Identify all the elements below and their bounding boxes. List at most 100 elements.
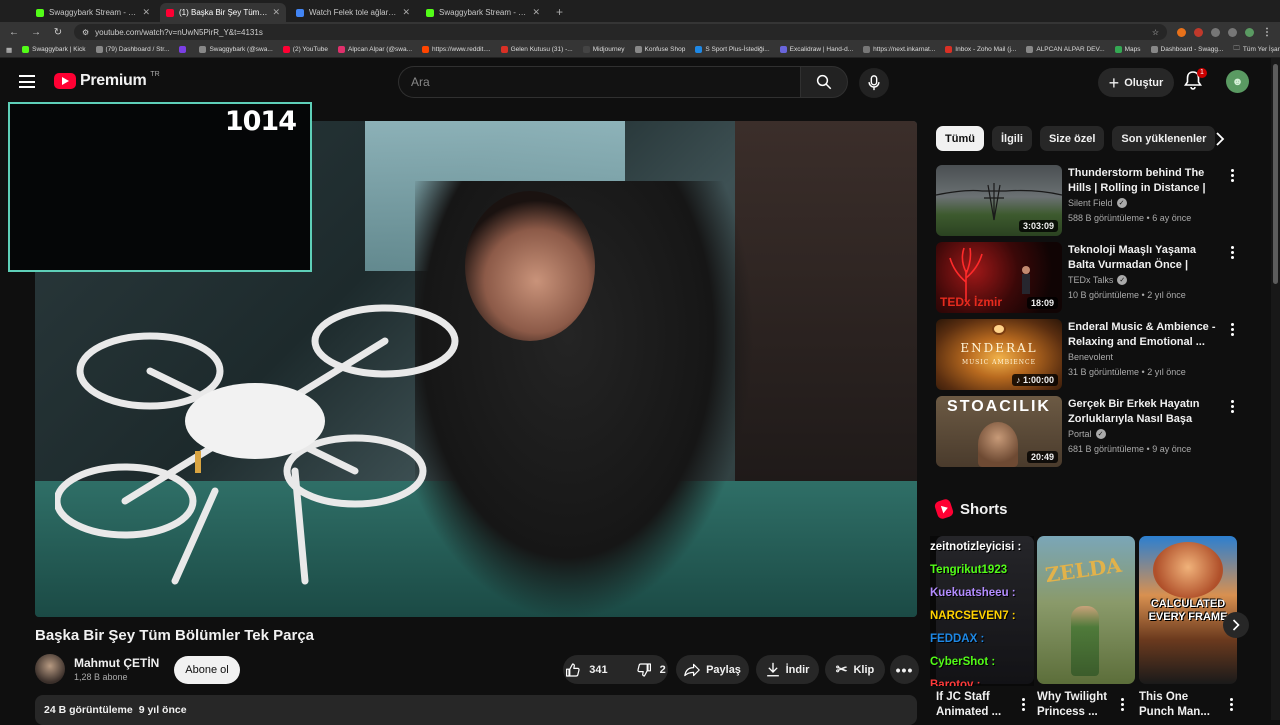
notifications-button[interactable]: 1 bbox=[1184, 68, 1208, 94]
short-title[interactable]: This One Punch Man... bbox=[1139, 690, 1225, 720]
browser-tab[interactable]: Watch Felek tole ağlar oldu | ... ✕ bbox=[290, 3, 416, 22]
video-thumbnail[interactable]: ENDERAL MUSIC AMBIENCE ♪ 1:00:00 bbox=[936, 319, 1062, 390]
bookmark-item[interactable]: https://www.reddit.... bbox=[422, 46, 491, 53]
browser-tab[interactable]: Swaggybark Stream - Watch Li... ✕ bbox=[420, 3, 546, 22]
share-button[interactable]: Paylaş bbox=[676, 655, 749, 684]
bookmark-item[interactable]: Alpcan Alpar (@swa... bbox=[337, 46, 412, 53]
extension-icon[interactable] bbox=[1211, 27, 1220, 37]
channel-avatar[interactable] bbox=[35, 654, 65, 684]
recommended-video[interactable]: ENDERAL MUSIC AMBIENCE ♪ 1:00:00 Enderal… bbox=[936, 319, 1241, 391]
short-title[interactable]: If JC Staff Animated ... bbox=[936, 690, 1022, 720]
video-title[interactable]: Enderal Music & Ambience - Relaxing and … bbox=[1068, 320, 1218, 350]
like-button[interactable]: 341 bbox=[557, 655, 615, 684]
close-tab-icon[interactable]: ✕ bbox=[532, 7, 540, 18]
browser-menu-icon[interactable]: ⋮ bbox=[1262, 27, 1272, 38]
bookmark-favicon-icon bbox=[779, 46, 787, 53]
youtube-premium-logo[interactable]: Premium TR bbox=[54, 71, 160, 90]
dislike-button[interactable]: 2 bbox=[628, 655, 674, 684]
chip-related[interactable]: İlgili bbox=[991, 126, 1032, 151]
voice-search-button[interactable] bbox=[859, 68, 889, 98]
channel-name[interactable]: Mahmut ÇETİN bbox=[74, 656, 159, 670]
bookmark-item[interactable]: S Sport Plus-İstediği... bbox=[695, 46, 770, 53]
short-title[interactable]: Why Twilight Princess ... bbox=[1037, 690, 1123, 720]
bookmark-item[interactable]: Inbox - Zoho Mail (j... bbox=[945, 46, 1016, 53]
video-title[interactable]: Thunderstorm behind The Hills | Rolling … bbox=[1068, 166, 1218, 196]
search-input[interactable] bbox=[411, 75, 789, 89]
video-thumbnail[interactable]: STOACILIK 20:49 bbox=[936, 396, 1062, 467]
more-vertical-icon[interactable] bbox=[1229, 400, 1235, 413]
bookmark-item[interactable]: (2) YouTube bbox=[282, 46, 328, 53]
chip-recently-uploaded[interactable]: Son yüklenenler bbox=[1112, 126, 1216, 151]
all-bookmarks-button[interactable]: 🗀Tüm Yer İşaretleri bbox=[1233, 44, 1280, 55]
bookmark-item[interactable]: Konfuse Shop bbox=[634, 46, 685, 53]
bookmark-item[interactable]: Midjourney bbox=[582, 46, 625, 53]
bookmark-item[interactable]: Gelen Kutusu (31) -... bbox=[500, 46, 573, 53]
back-icon[interactable]: ← bbox=[8, 27, 20, 38]
recommended-video[interactable]: STOACILIK 20:49 Gerçek Bir Erkek Hayatın… bbox=[936, 396, 1241, 468]
stoacilik-thumb-text: STOACILIK bbox=[947, 398, 1051, 415]
recommended-video[interactable]: 3:03:09 Thunderstorm behind The Hills | … bbox=[936, 165, 1241, 237]
bookmark-favicon-icon bbox=[199, 46, 207, 53]
more-vertical-icon[interactable] bbox=[1020, 698, 1026, 711]
browser-tab-active[interactable]: (1) Başka Bir Şey Tüm Bölü... ✕ bbox=[160, 3, 286, 22]
bookmark-star-icon[interactable]: ☆ bbox=[1152, 28, 1159, 37]
profile-icon[interactable] bbox=[1245, 27, 1254, 37]
bookmark-item[interactable] bbox=[179, 46, 189, 53]
bookmark-item[interactable]: Swaggybark (@swa... bbox=[199, 46, 273, 53]
subscribe-button[interactable]: Abone ol bbox=[174, 656, 240, 684]
new-tab-button[interactable]: + bbox=[550, 3, 569, 22]
channel-name[interactable]: Benevolent bbox=[1068, 352, 1113, 362]
video-title[interactable]: Gerçek Bir Erkek Hayatın Zorluklarıyla N… bbox=[1068, 397, 1218, 427]
apps-grid-icon[interactable]: ▦ bbox=[6, 46, 12, 54]
short-thumbnail[interactable]: CALCULATED EVERY FRAME bbox=[1139, 536, 1237, 684]
extension-icon[interactable] bbox=[1228, 27, 1237, 37]
extension-icon[interactable] bbox=[1194, 27, 1203, 37]
notification-badge: 1 bbox=[1197, 68, 1207, 78]
bookmark-item[interactable]: Dashboard - Swagg... bbox=[1150, 46, 1223, 53]
account-avatar[interactable]: ☻ bbox=[1226, 70, 1249, 93]
chip-for-you[interactable]: Size özel bbox=[1039, 126, 1105, 151]
chip-all[interactable]: Tümü bbox=[936, 126, 984, 151]
bookmark-item[interactable]: ALPCAN ALPAR DEV... bbox=[1026, 46, 1105, 53]
recommended-video[interactable]: TEDx İzmir 18:09 Teknoloji Maaşlı Yaşama… bbox=[936, 242, 1241, 314]
bookmark-item[interactable]: Maps bbox=[1114, 46, 1141, 53]
extension-icon[interactable] bbox=[1177, 27, 1186, 37]
download-button[interactable]: İndir bbox=[756, 655, 819, 684]
more-vertical-icon[interactable] bbox=[1229, 169, 1235, 182]
scrollbar-thumb[interactable] bbox=[1273, 64, 1278, 284]
video-title[interactable]: Teknoloji Maaşlı Yaşama Balta Vurmadan Ö… bbox=[1068, 243, 1218, 273]
video-meta: 681 B görüntüleme • 9 ay önce bbox=[1068, 444, 1192, 454]
bookmark-label: Excalidraw | Hand-d... bbox=[789, 46, 854, 53]
close-tab-icon[interactable]: ✕ bbox=[402, 7, 410, 18]
more-vertical-icon[interactable] bbox=[1229, 323, 1235, 336]
video-thumbnail[interactable]: 3:03:09 bbox=[936, 165, 1062, 236]
url-field[interactable]: ⚙ youtube.com/watch?v=nUwN5PirR_Y&t=4131s… bbox=[74, 24, 1167, 40]
reload-icon[interactable]: ↻ bbox=[52, 27, 64, 38]
video-thumbnail[interactable]: TEDx İzmir 18:09 bbox=[936, 242, 1062, 313]
browser-tab[interactable]: Swaggybark Stream - Watch Li... ✕ bbox=[30, 3, 156, 22]
shorts-next-button[interactable] bbox=[1223, 612, 1249, 638]
more-vertical-icon[interactable] bbox=[1228, 698, 1234, 711]
description-box[interactable]: 24 B görüntüleme 9 yıl önce bbox=[35, 695, 917, 725]
channel-name[interactable]: Silent Field bbox=[1068, 198, 1113, 208]
more-vertical-icon[interactable] bbox=[1229, 246, 1235, 259]
forward-icon[interactable]: → bbox=[30, 27, 42, 38]
more-vertical-icon[interactable] bbox=[1119, 698, 1125, 711]
site-info-icon[interactable]: ⚙ bbox=[82, 28, 89, 37]
more-actions-button[interactable]: ••• bbox=[890, 655, 919, 684]
short-thumbnail[interactable]: ZELDA bbox=[1037, 536, 1135, 684]
clip-button[interactable]: ✂ Klip bbox=[825, 655, 885, 684]
create-button[interactable]: + Oluştur bbox=[1098, 68, 1174, 97]
bookmark-item[interactable]: Excalidraw | Hand-d... bbox=[779, 46, 854, 53]
bookmark-item[interactable]: (79) Dashboard / Str... bbox=[95, 46, 169, 53]
channel-name[interactable]: TEDx Talks bbox=[1068, 275, 1113, 285]
channel-name[interactable]: Portal bbox=[1068, 429, 1092, 439]
close-tab-icon[interactable]: ✕ bbox=[142, 7, 150, 18]
chips-next-button[interactable] bbox=[1210, 128, 1230, 150]
close-tab-icon[interactable]: ✕ bbox=[272, 7, 280, 18]
bookmark-item[interactable]: https://next.inkarnat... bbox=[863, 46, 935, 53]
search-button[interactable] bbox=[800, 66, 848, 98]
bookmark-item[interactable]: Swaggybark | Kick bbox=[22, 46, 86, 53]
page-scrollbar[interactable] bbox=[1271, 58, 1280, 720]
menu-icon[interactable] bbox=[19, 75, 35, 88]
